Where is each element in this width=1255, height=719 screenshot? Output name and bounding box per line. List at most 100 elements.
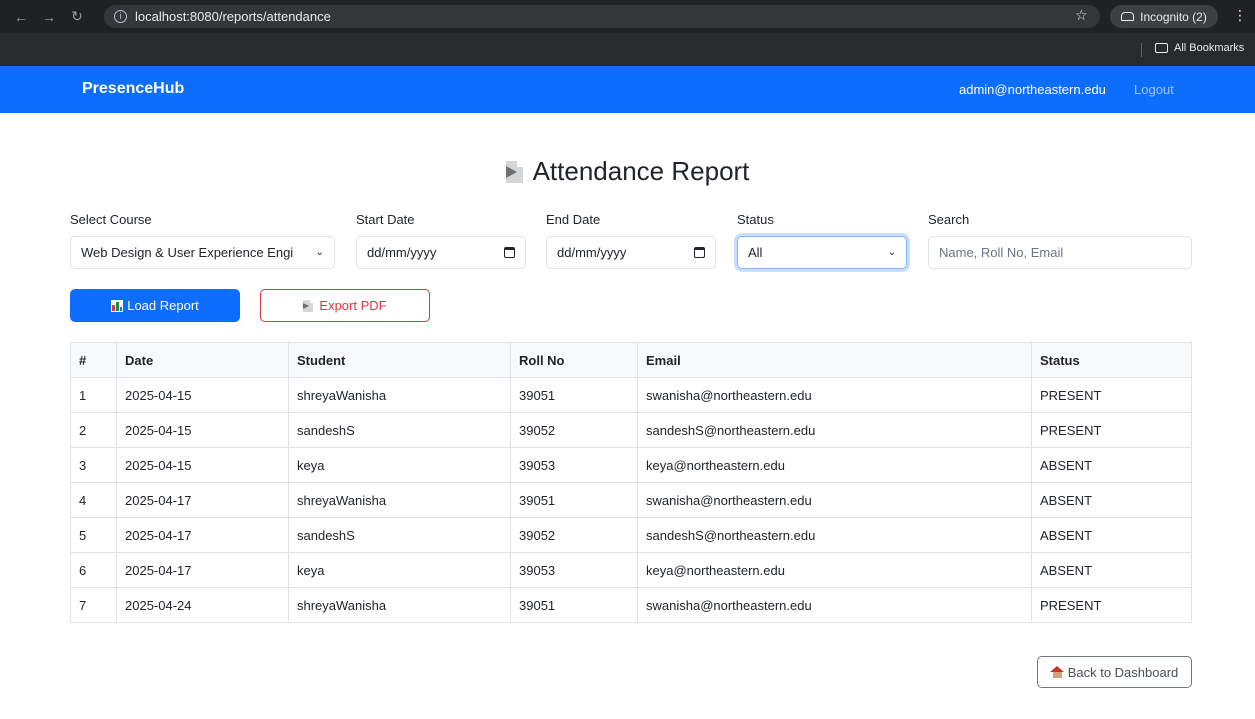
bookmarks-divider xyxy=(1141,43,1142,57)
incognito-label: Incognito (2) xyxy=(1140,9,1207,24)
page-title: Attendance Report xyxy=(0,156,1255,187)
table-cell: PRESENT xyxy=(1031,412,1192,448)
table-row: 1 2025-04-15 shreyaWanisha 39051 swanisha@no… xyxy=(70,377,1192,413)
calendar-icon[interactable] xyxy=(694,247,705,258)
col-header: Date xyxy=(116,342,289,378)
start-date-input[interactable]: dd/mm/yyyy xyxy=(356,236,526,269)
back-to-dashboard-label: Back to Dashboard xyxy=(1067,664,1179,680)
table-header-row: # Date Student Roll No Email Status xyxy=(70,342,1192,378)
status-select[interactable]: All ⌄ xyxy=(737,236,907,269)
end-date-input[interactable]: dd/mm/yyyy xyxy=(546,236,716,269)
col-header: Roll No xyxy=(510,342,638,378)
table-cell: keya@northeastern.edu xyxy=(637,447,1032,483)
table-cell: 2025-04-17 xyxy=(116,482,289,518)
table-cell: shreyaWanisha xyxy=(288,482,511,518)
end-date-value: dd/mm/yyyy xyxy=(557,245,627,260)
table-cell: swanisha@northeastern.edu xyxy=(637,377,1032,413)
load-report-label: Load Report xyxy=(127,298,199,313)
table-cell: 39052 xyxy=(510,412,638,448)
table-cell: ABSENT xyxy=(1031,517,1192,553)
table-row: 7 2025-04-24 shreyaWanisha 39051 swanisha@no… xyxy=(70,587,1192,623)
table-cell: 4 xyxy=(70,482,117,518)
table-cell: 2025-04-15 xyxy=(116,412,289,448)
address-url[interactable]: localhost:8080/reports/attendance xyxy=(135,9,331,24)
table-cell: 39053 xyxy=(510,447,638,483)
table-cell: sandeshS@northeastern.edu xyxy=(637,412,1032,448)
table-cell: swanisha@northeastern.edu xyxy=(637,482,1032,518)
export-pdf-button[interactable]: Export PDF xyxy=(260,289,430,322)
back-arrow-icon[interactable]: ← xyxy=(14,9,28,25)
table-cell: 7 xyxy=(70,587,117,623)
table-cell: swanisha@northeastern.edu xyxy=(637,587,1032,623)
browser-menu-icon[interactable]: ⋮ xyxy=(1233,8,1247,24)
table-cell: 1 xyxy=(70,377,117,413)
back-to-dashboard-button[interactable]: Back to Dashboard xyxy=(1037,656,1192,688)
attendance-table: # Date Student Roll No Email Status 1 202… xyxy=(70,342,1192,623)
table-cell: sandeshS@northeastern.edu xyxy=(637,517,1032,553)
table-cell: 39052 xyxy=(510,517,638,553)
user-email: admin@northeastern.edu xyxy=(959,82,1106,97)
start-date-value: dd/mm/yyyy xyxy=(367,245,437,260)
table-cell: 2025-04-17 xyxy=(116,552,289,588)
brand-logo[interactable]: PresenceHub xyxy=(82,80,184,98)
col-header: Student xyxy=(288,342,511,378)
forward-arrow-icon[interactable]: → xyxy=(42,9,56,25)
table-cell: 39051 xyxy=(510,377,638,413)
incognito-badge[interactable]: Incognito (2) xyxy=(1110,5,1218,28)
document-icon xyxy=(505,160,523,183)
table-cell: ABSENT xyxy=(1031,482,1192,518)
table-cell: 39051 xyxy=(510,587,638,623)
table-cell: shreyaWanisha xyxy=(288,377,511,413)
table-cell: PRESENT xyxy=(1031,377,1192,413)
table-cell: keya xyxy=(288,447,511,483)
table-cell: 3 xyxy=(70,447,117,483)
table-cell: keya@northeastern.edu xyxy=(637,552,1032,588)
house-icon xyxy=(1049,665,1064,678)
col-header: Status xyxy=(1031,342,1192,378)
end-date-label: End Date xyxy=(546,212,601,227)
search-input[interactable]: Name, Roll No, Email xyxy=(928,236,1192,269)
table-row: 6 2025-04-17 keya 39053 keya@northeastern.ed… xyxy=(70,552,1192,588)
course-label: Select Course xyxy=(70,212,152,227)
incognito-icon xyxy=(1121,12,1135,21)
calendar-icon[interactable] xyxy=(504,247,515,258)
table-row: 5 2025-04-17 sandeshS 39052 sandeshS@northea… xyxy=(70,517,1192,553)
chevron-down-icon: ⌄ xyxy=(315,247,324,258)
table-cell: 2025-04-15 xyxy=(116,377,289,413)
bar-chart-icon xyxy=(111,299,124,312)
folder-icon xyxy=(1155,43,1168,53)
table-cell: 39053 xyxy=(510,552,638,588)
all-bookmarks-label: All Bookmarks xyxy=(1174,42,1245,54)
page-title-text: Attendance Report xyxy=(532,156,750,186)
status-label: Status xyxy=(737,212,774,227)
reload-icon[interactable]: ↻ xyxy=(70,8,84,25)
table-cell: 39051 xyxy=(510,482,638,518)
table-cell: ABSENT xyxy=(1031,552,1192,588)
table-cell: ABSENT xyxy=(1031,447,1192,483)
document-icon xyxy=(303,299,314,312)
address-bar[interactable]: i localhost:8080/reports/attendance xyxy=(104,5,1100,28)
course-select[interactable]: Web Design & User Experience Engi ⌄ xyxy=(70,236,335,269)
table-cell: keya xyxy=(288,552,511,588)
site-info-icon[interactable]: i xyxy=(114,10,127,23)
table-cell: shreyaWanisha xyxy=(288,587,511,623)
table-cell: 2 xyxy=(70,412,117,448)
table-cell: sandeshS xyxy=(288,517,511,553)
bookmarks-bar xyxy=(0,33,1255,66)
status-select-value: All xyxy=(748,245,763,260)
table-cell: sandeshS xyxy=(288,412,511,448)
table-cell: 6 xyxy=(70,552,117,588)
load-report-button[interactable]: Load Report xyxy=(70,289,240,322)
table-row: 2 2025-04-15 sandeshS 39052 sandeshS@northea… xyxy=(70,412,1192,448)
logout-link[interactable]: Logout xyxy=(1134,82,1174,97)
table-row: 3 2025-04-15 keya 39053 keya@northeastern.ed… xyxy=(70,447,1192,483)
search-placeholder: Name, Roll No, Email xyxy=(939,245,1064,260)
table-cell: 2025-04-24 xyxy=(116,587,289,623)
start-date-label: Start Date xyxy=(356,212,415,227)
chevron-down-icon: ⌄ xyxy=(887,247,896,258)
col-header: # xyxy=(70,342,117,378)
all-bookmarks-button[interactable]: All Bookmarks xyxy=(1155,42,1244,54)
table-cell: 2025-04-15 xyxy=(116,447,289,483)
export-pdf-label: Export PDF xyxy=(319,298,387,313)
bookmark-star-icon[interactable]: ☆ xyxy=(1075,8,1088,24)
